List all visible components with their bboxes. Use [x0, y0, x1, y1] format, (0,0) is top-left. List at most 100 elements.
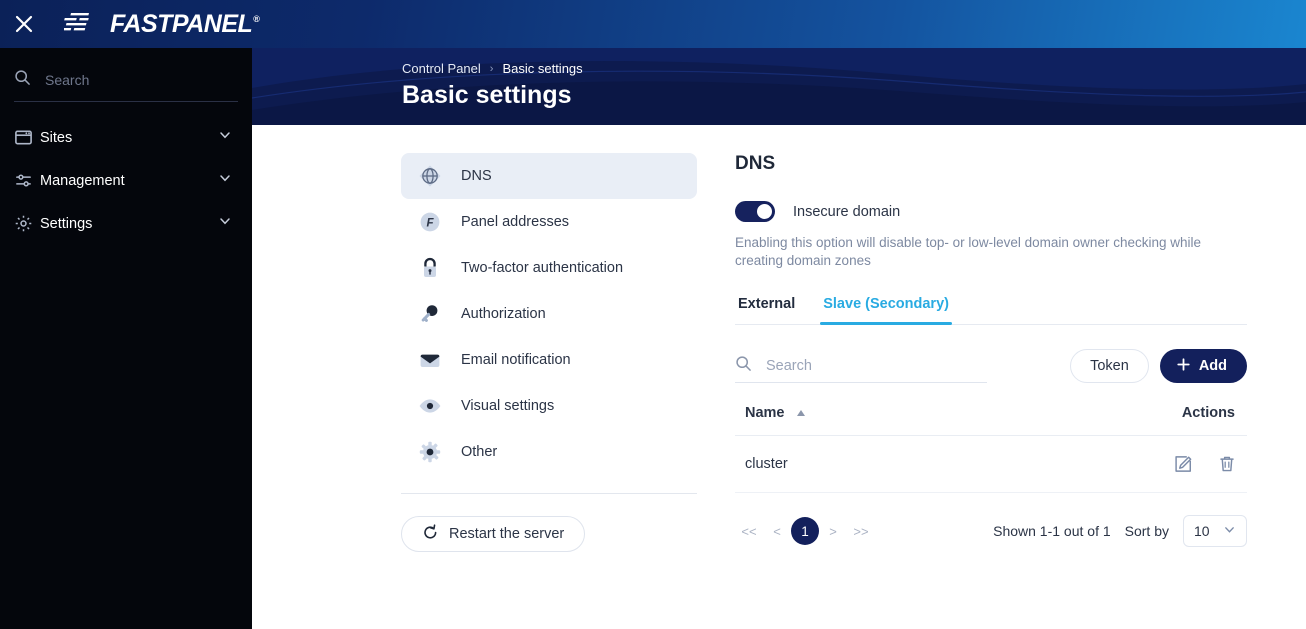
page-size-value: 10 [1194, 523, 1210, 540]
brand-name: FASTPANEL® [110, 9, 260, 38]
registered-mark: ® [253, 14, 260, 25]
pagination-page-1[interactable]: 1 [791, 517, 819, 546]
add-button[interactable]: Add [1159, 349, 1247, 383]
sidebar-item-label: Settings [40, 215, 93, 232]
sort-by-label: Sort by [1124, 523, 1169, 540]
restart-server-button[interactable]: Restart the server [401, 516, 586, 552]
insecure-domain-label: Insecure domain [793, 203, 901, 220]
close-icon [13, 13, 35, 35]
column-header-actions: Actions [941, 405, 1247, 437]
fastpanel-speedlines-icon [60, 9, 100, 40]
search-icon [14, 69, 31, 91]
breadcrumb-separator-icon: › [489, 62, 494, 75]
restart-icon [422, 523, 439, 545]
fastpanel-app: FASTPANEL® Sites [0, 0, 1306, 629]
sliders-icon [14, 171, 40, 190]
f-badge-icon: F [417, 209, 461, 235]
sort-ascending-icon [796, 405, 806, 421]
settings-item-panel-addresses[interactable]: F Panel addresses [401, 199, 697, 245]
top-bar: FASTPANEL® [0, 0, 1306, 48]
envelope-icon [417, 347, 461, 373]
browser-window-icon [14, 128, 40, 147]
chevron-down-icon [218, 214, 232, 233]
settings-item-label: Visual settings [461, 398, 555, 414]
settings-menu: DNS F Panel addresses Two-factor authent… [401, 153, 697, 552]
close-button[interactable] [0, 0, 48, 48]
eye-icon [417, 393, 461, 419]
edit-icon[interactable] [1173, 454, 1193, 474]
pagination-next[interactable]: > [819, 524, 847, 539]
insecure-domain-toggle[interactable] [735, 201, 775, 222]
sidebar-search[interactable] [14, 58, 238, 102]
chevron-down-icon [218, 128, 232, 147]
sidebar-item-label: Sites [40, 129, 73, 146]
settings-item-label: DNS [461, 168, 492, 184]
pagination-first[interactable]: << [735, 524, 763, 539]
settings-item-label: Email notification [461, 352, 571, 368]
settings-item-label: Two-factor authentication [461, 260, 624, 276]
sidebar-item-label: Management [40, 172, 125, 189]
sidebar-item-management[interactable]: Management [0, 159, 252, 202]
restart-server-label: Restart the server [449, 526, 565, 542]
globe-icon [417, 163, 461, 189]
page-banner: Control Panel › Basic settings Basic set… [252, 48, 1306, 125]
settings-item-visual-settings[interactable]: Visual settings [401, 383, 697, 429]
settings-item-label: Other [461, 444, 498, 460]
settings-item-authorization[interactable]: Authorization [401, 291, 697, 337]
sidebar-item-settings[interactable]: Settings [0, 202, 252, 245]
table-head: Name Actions [735, 405, 1247, 437]
settings-item-dns[interactable]: DNS [401, 153, 697, 199]
column-header-actions-label: Actions [1181, 405, 1235, 422]
lock-icon [417, 255, 461, 281]
brand-logo: FASTPANEL® [60, 9, 260, 40]
token-button[interactable]: Token [1070, 349, 1149, 383]
settings-menu-divider [401, 493, 697, 494]
key-icon [417, 301, 461, 327]
settings-item-email-notification[interactable]: Email notification [401, 337, 697, 383]
plus-icon [1176, 357, 1191, 376]
sidebar-item-sites[interactable]: Sites [0, 116, 252, 159]
table-toolbar: Token Add [735, 349, 1247, 383]
tab-slave-secondary[interactable]: Slave (Secondary) [820, 296, 952, 325]
pagination-last[interactable]: >> [847, 524, 875, 539]
table-row: cluster [735, 435, 1247, 494]
table-header-row: Name Actions [735, 405, 1247, 437]
search-icon [735, 355, 752, 377]
table-body: cluster [735, 435, 1247, 494]
toggle-knob [757, 204, 772, 219]
add-button-label: Add [1198, 358, 1227, 374]
content-area: DNS F Panel addresses Two-factor authent… [252, 125, 1306, 629]
page-title: Basic settings [402, 81, 572, 109]
shown-count: Shown 1-1 out of 1 [993, 523, 1111, 540]
column-header-name[interactable]: Name [735, 405, 942, 437]
insecure-domain-hint: Enabling this option will disable top- o… [735, 235, 1201, 268]
dns-slave-table: Name Actions cluster [735, 405, 1247, 494]
breadcrumb: Control Panel › Basic settings [402, 61, 583, 76]
dns-tabs: External Slave (Secondary) [735, 296, 1247, 325]
breadcrumb-control-panel[interactable]: Control Panel [402, 61, 481, 76]
cell-name: cluster [735, 435, 942, 494]
pagination: << < 1 > >> Shown 1-1 out of 1 Sort by 1… [735, 515, 1247, 548]
dns-panel: DNS Insecure domain Enabling this option… [735, 153, 1247, 548]
pagination-info: Shown 1-1 out of 1 Sort by 10 [993, 515, 1247, 548]
sidebar-nav: Sites Management Settings [0, 116, 252, 245]
sidebar: Sites Management [0, 48, 252, 629]
settings-item-two-factor-authentication[interactable]: Two-factor authentication [401, 245, 697, 291]
panel-title: DNS [735, 153, 776, 174]
search-input[interactable] [45, 71, 238, 88]
table-search[interactable] [735, 349, 987, 383]
column-header-name-label: Name [745, 405, 785, 421]
delete-icon[interactable] [1217, 454, 1237, 474]
settings-item-other[interactable]: Other [401, 429, 697, 475]
svg-text:F: F [426, 218, 434, 230]
breadcrumb-basic-settings[interactable]: Basic settings [502, 61, 582, 76]
chevron-down-icon [218, 171, 232, 190]
settings-item-label: Panel addresses [461, 214, 570, 230]
gear-icon [14, 214, 40, 233]
table-search-input[interactable] [766, 357, 987, 374]
pagination-prev[interactable]: < [763, 524, 791, 539]
gear-icon [417, 439, 461, 465]
tab-external[interactable]: External [735, 296, 798, 324]
cell-actions [941, 435, 1247, 494]
page-size-select[interactable]: 10 [1183, 515, 1247, 548]
